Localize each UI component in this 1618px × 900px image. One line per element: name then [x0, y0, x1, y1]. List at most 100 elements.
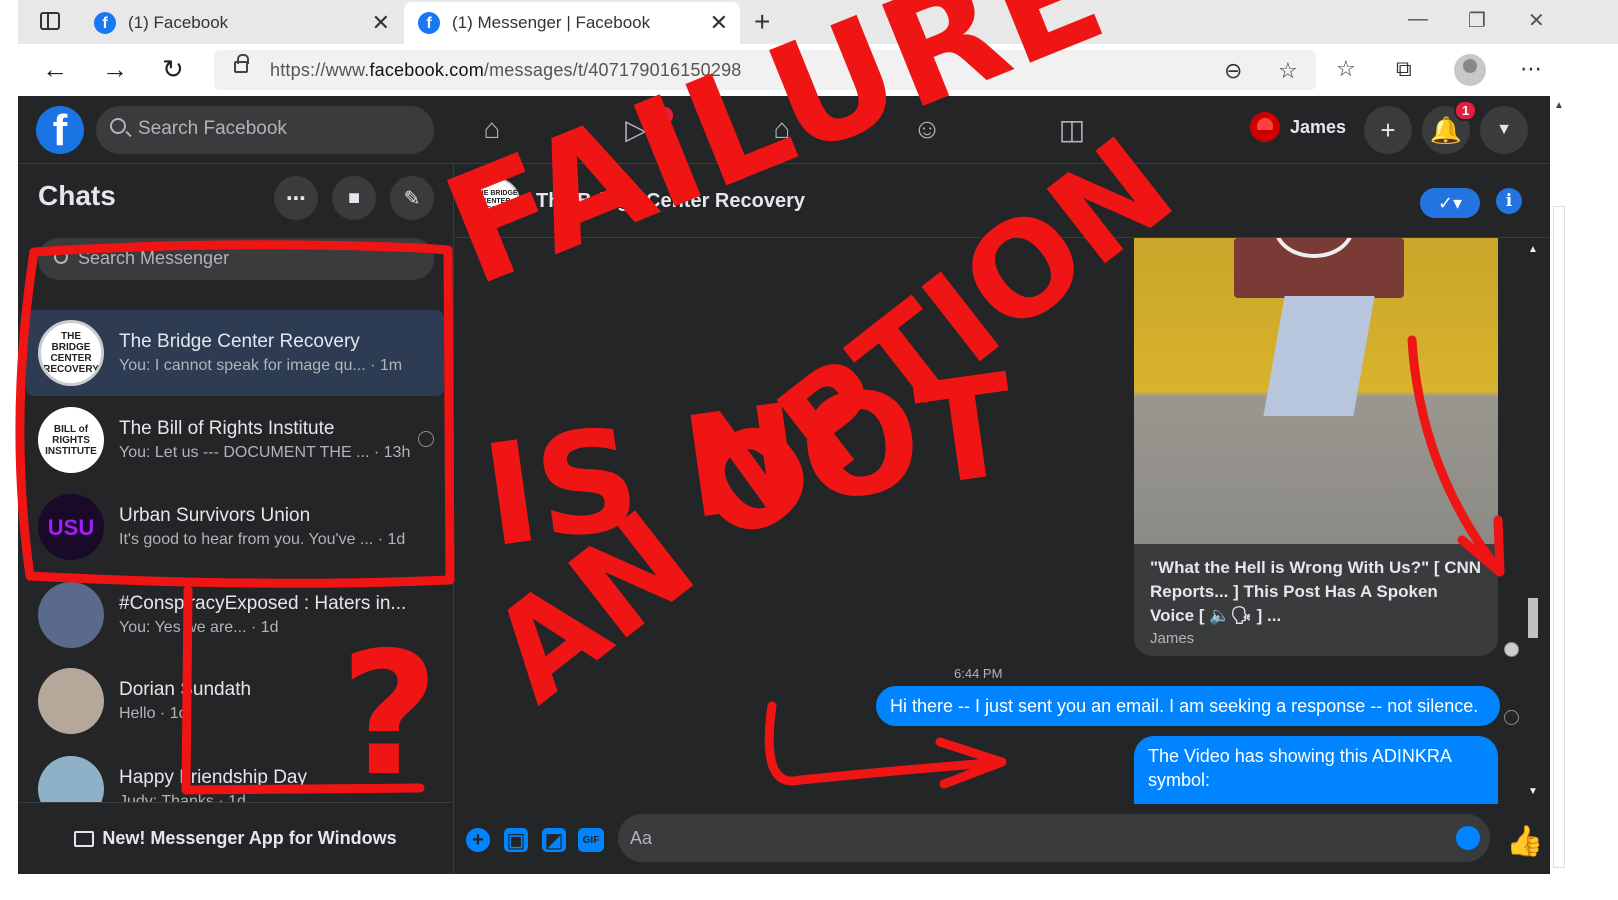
thread-avatar[interactable]: THE BRIDGE CENTER RECOVERY	[472, 178, 520, 226]
conversation-conspiracy-exposed[interactable]: #ConspiracyExposed : Haters in... You: Y…	[26, 572, 444, 658]
chat-options-button[interactable]: ⋯	[274, 176, 318, 220]
conversation-urban-survivors[interactable]: USU Urban Survivors Union It's good to h…	[26, 484, 444, 570]
minimize-icon[interactable]: —	[1408, 8, 1428, 31]
messenger-search-input[interactable]	[78, 248, 418, 269]
url-field[interactable]: https://www.facebook.com/messages/t/4071…	[214, 50, 1316, 90]
notifications-badge: 1	[1454, 100, 1478, 121]
emoji-icon[interactable]	[1456, 826, 1480, 850]
close-window-icon[interactable]: ✕	[1528, 8, 1545, 33]
conversation-pane: THE BRIDGE CENTER RECOVERY The Bridge Ce…	[454, 164, 1550, 874]
collections-icon[interactable]: ⧉	[1396, 56, 1412, 82]
watch-badge: 9+	[644, 105, 675, 126]
conversation-preview: You: I cannot speak for image qu... · 1m	[119, 357, 403, 374]
browser-address-bar: ← → ↻ https://www.facebook.com/messages/…	[18, 44, 1618, 96]
message-input[interactable]	[618, 814, 1490, 862]
page-scroll-thumb[interactable]	[1553, 206, 1565, 868]
browser-tab-bar: f (1) Facebook ✕ f (1) Messenger | Faceb…	[18, 0, 1618, 44]
back-button[interactable]: ←	[42, 54, 68, 85]
reload-button[interactable]: ↻	[162, 54, 184, 85]
conversation-bridge-center[interactable]: THE BRIDGE CENTER RECOVERY The Bridge Ce…	[26, 310, 444, 396]
facebook-search[interactable]	[96, 106, 434, 154]
message-scrollbar[interactable]: ▲ ▼	[1524, 238, 1542, 804]
conversation-name: #ConspiracyExposed : Haters in...	[119, 593, 407, 614]
shared-post-sender: James	[1150, 630, 1195, 647]
read-receipt-icon	[1504, 710, 1519, 725]
shared-post-card[interactable]: "What the Hell is Wrong With Us?" [ CNN …	[1134, 238, 1498, 656]
conversation-name: The Bill of Rights Institute	[119, 418, 335, 439]
messenger-search[interactable]	[38, 238, 434, 280]
lock-icon[interactable]	[234, 54, 249, 73]
shared-post-image	[1134, 238, 1498, 544]
conversation-avatar: THE BRIDGE CENTER RECOVERY	[38, 320, 104, 386]
facebook-search-input[interactable]	[138, 118, 418, 140]
like-icon[interactable]: 👍	[1506, 824, 1543, 859]
scroll-down-icon[interactable]: ▼	[1528, 786, 1538, 797]
sticker-icon[interactable]: ◩	[542, 828, 566, 852]
page-scrollbar[interactable]: ▲	[1550, 96, 1568, 874]
conversation-avatar	[38, 668, 104, 734]
conversation-preview: Hello · 1d	[119, 705, 188, 722]
create-button[interactable]: +	[1364, 106, 1412, 154]
scroll-thumb[interactable]	[1528, 598, 1538, 638]
conversation-preview: You: Let us --- DOCUMENT THE ... · 13h	[119, 444, 411, 461]
new-room-button[interactable]: ■	[332, 176, 376, 220]
facebook-app: f ⌂ ▷ 9+ ⌂ ☺ ◫ James + 🔔 1 ▼ Chats ⋯ ■ ✎…	[18, 96, 1550, 874]
promo-text: New! Messenger App for Windows	[102, 828, 397, 848]
thread-name[interactable]: The Bridge Center Recovery	[536, 190, 805, 213]
forward-button[interactable]: →	[102, 54, 128, 85]
shared-post-title: "What the Hell is Wrong With Us?" [ CNN …	[1150, 558, 1482, 625]
add-favorite-icon[interactable]: ☆	[1278, 58, 1298, 84]
profile-avatar	[1250, 112, 1280, 142]
facebook-favicon-icon: f	[418, 12, 440, 34]
marketplace-icon[interactable]: ⌂	[765, 112, 799, 146]
attach-photo-icon[interactable]: ▣	[504, 828, 528, 852]
close-tab-icon[interactable]: ✕	[710, 10, 728, 36]
home-icon[interactable]: ⌂	[475, 112, 509, 146]
info-icon[interactable]: i	[1496, 188, 1522, 214]
thread-header: THE BRIDGE CENTER RECOVERY The Bridge Ce…	[454, 164, 1550, 238]
account-menu-button[interactable]: ▼	[1480, 106, 1528, 154]
conversation-avatar: USU	[38, 494, 104, 560]
message-bubble[interactable]: Hi there -- I just sent you an email. I …	[876, 686, 1500, 726]
restore-icon[interactable]: ❐	[1468, 8, 1486, 33]
gif-icon[interactable]: GIF	[578, 828, 604, 852]
browser-profile-avatar[interactable]	[1454, 54, 1486, 86]
message-text-field[interactable]	[630, 828, 1430, 849]
search-icon	[110, 118, 126, 134]
conversation-bill-of-rights[interactable]: BILL of RIGHTS INSTITUTE The Bill of Rig…	[26, 397, 444, 483]
browser-tab-facebook[interactable]: f (1) Facebook ✕	[80, 2, 402, 44]
download-icon	[74, 830, 95, 847]
zoom-out-icon[interactable]: ⊖	[1224, 58, 1242, 84]
message-timestamp: 6:44 PM	[954, 666, 1003, 681]
chats-title: Chats	[38, 180, 116, 211]
scroll-up-icon[interactable]: ▲	[1554, 100, 1564, 111]
read-receipt-icon	[418, 431, 434, 447]
favorites-icon[interactable]: ☆	[1336, 56, 1356, 82]
groups-icon[interactable]: ☺	[910, 112, 944, 146]
conversation-preview: You: Yes we are... · 1d	[119, 619, 279, 636]
new-tab-button[interactable]: +	[754, 6, 770, 38]
conversation-preview: It's good to hear from you. You've ... ·…	[119, 531, 406, 548]
gaming-icon[interactable]: ◫	[1055, 112, 1089, 146]
profile-name: James	[1290, 116, 1347, 137]
seen-avatar-icon	[1504, 642, 1519, 657]
new-message-button[interactable]: ✎	[390, 176, 434, 220]
close-tab-icon[interactable]: ✕	[372, 10, 390, 36]
conversation-dorian[interactable]: Dorian Sundath Hello · 1d	[26, 658, 444, 744]
chats-sidebar: Chats ⋯ ■ ✎ THE BRIDGE CENTER RECOVERY T…	[18, 164, 454, 874]
browser-tab-messenger[interactable]: f (1) Messenger | Facebook ✕	[404, 2, 740, 44]
tab-actions-icon[interactable]	[40, 12, 60, 30]
conversation-avatar: BILL of RIGHTS INSTITUTE	[38, 407, 104, 473]
mark-done-button[interactable]: ✓▾	[1420, 188, 1480, 218]
message-bubble[interactable]: The Video has showing this ADINKRA symbo…	[1134, 736, 1498, 804]
profile-link[interactable]: James	[1250, 112, 1346, 142]
facebook-favicon-icon: f	[94, 12, 116, 34]
search-icon	[54, 250, 68, 264]
messenger-app-promo[interactable]: New! Messenger App for Windows	[18, 802, 453, 874]
conversation-name: Dorian Sundath	[119, 679, 252, 700]
more-actions-icon[interactable]: +	[466, 828, 490, 852]
more-options-icon[interactable]: ⋯	[1520, 56, 1542, 82]
facebook-logo-icon[interactable]: f	[36, 106, 84, 154]
scroll-up-icon[interactable]: ▲	[1528, 244, 1538, 255]
group-avatar	[38, 582, 104, 648]
